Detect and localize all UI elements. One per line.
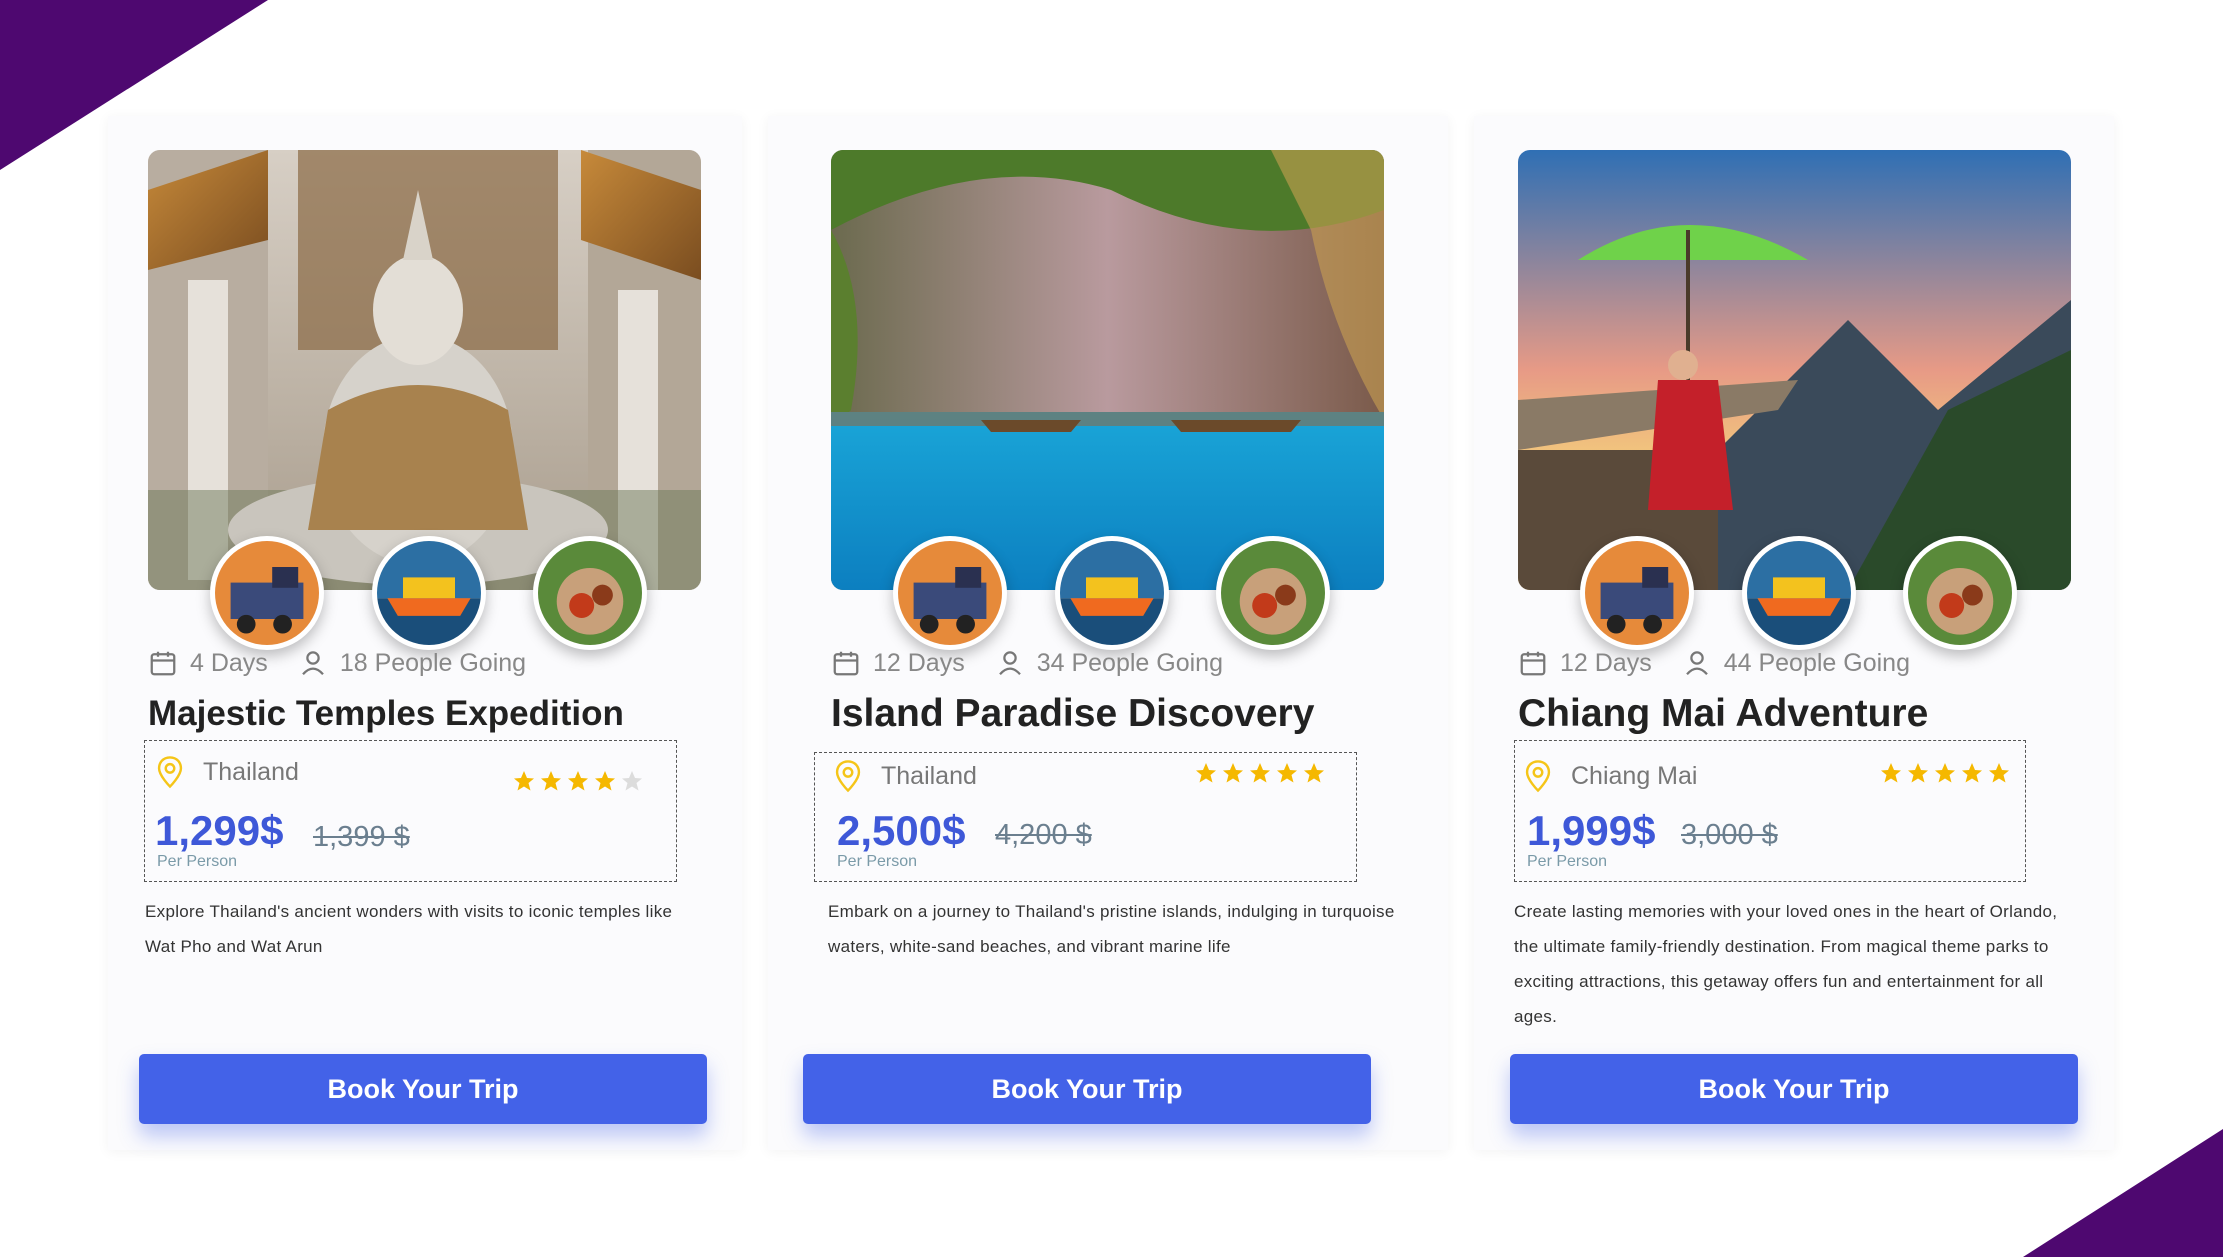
old-price: 1,399 $ xyxy=(313,821,410,853)
star-icon-filled xyxy=(1989,763,2009,783)
per-person-label: Per Person xyxy=(157,853,238,870)
old-price: 4,200 $ xyxy=(995,819,1092,851)
star-icon-filled xyxy=(1935,763,1955,783)
trip-photo-mountain-view xyxy=(1518,150,2071,590)
thumbnail-train[interactable] xyxy=(1580,536,1694,650)
location-name: Thailand xyxy=(203,757,299,786)
trip-title: Island Paradise Discovery xyxy=(831,692,1315,735)
calendar-icon xyxy=(150,651,176,676)
people-going: 18 People Going xyxy=(339,648,527,677)
person-icon xyxy=(1685,651,1708,676)
star-icon-filled xyxy=(1962,763,1982,783)
star-icon-empty xyxy=(622,771,642,791)
thumbnail-boat[interactable] xyxy=(1742,536,1856,650)
location-name: Thailand xyxy=(881,761,977,790)
rating-stars xyxy=(1194,761,1326,785)
star-icon-filled xyxy=(1304,763,1324,783)
location: Thailand xyxy=(833,759,977,793)
per-person-label: Per Person xyxy=(1527,853,1608,870)
trip-photo-buddha-temple xyxy=(148,150,701,590)
book-trip-button[interactable]: Book Your Trip xyxy=(1510,1054,2078,1124)
star-icon-filled xyxy=(1250,763,1270,783)
trip-card-temples: 4 Days 18 People Going Majestic Temples … xyxy=(108,116,742,1150)
star-icon-filled xyxy=(568,771,588,791)
person-icon xyxy=(301,651,324,676)
star-icon-filled xyxy=(514,771,534,791)
star-icon-filled xyxy=(1881,763,1901,783)
trip-card-chiang-mai: 12 Days 44 People Going Chiang Mai Adven… xyxy=(1474,116,2114,1150)
price: 2,500$ xyxy=(837,807,966,854)
trip-description: Explore Thailand's ancient wonders with … xyxy=(145,902,673,956)
trip-duration: 12 Days xyxy=(1560,648,1652,677)
star-icon-filled xyxy=(1223,763,1243,783)
location-pin-icon xyxy=(157,756,183,789)
location: Thailand xyxy=(155,755,299,789)
calendar-icon xyxy=(1520,651,1546,676)
thumbnail-food[interactable] xyxy=(533,536,647,650)
star-icon-filled xyxy=(1908,763,1928,783)
trip-description: Embark on a journey to Thailand's pristi… xyxy=(828,902,1395,956)
rating-stars xyxy=(512,769,644,793)
star-icon-filled xyxy=(595,771,615,791)
trip-duration: 12 Days xyxy=(873,648,965,677)
thumbnail-train[interactable] xyxy=(893,536,1007,650)
trip-title: Majestic Temples Expedition xyxy=(148,694,624,733)
star-icon-filled xyxy=(541,771,561,791)
price-location-box: Chiang Mai 1,999$ 3,000 $ Per Person xyxy=(1514,740,2026,882)
people-going: 34 People Going xyxy=(1036,648,1223,677)
location-name: Chiang Mai xyxy=(1571,761,1698,790)
trip-meta: 4 Days 18 People Going xyxy=(148,644,526,682)
location-pin-icon xyxy=(1525,760,1551,793)
price: 1,999$ xyxy=(1527,807,1656,854)
trip-card-island: 12 Days 34 People Going Island Paradise … xyxy=(768,116,1448,1150)
trip-title: Chiang Mai Adventure xyxy=(1518,692,1929,735)
thumbnail-food[interactable] xyxy=(1216,536,1330,650)
thumbnail-train[interactable] xyxy=(210,536,324,650)
thumbnail-food[interactable] xyxy=(1903,536,2017,650)
location: Chiang Mai xyxy=(1523,759,1697,793)
star-icon-filled xyxy=(1277,763,1297,783)
trip-meta: 12 Days 44 People Going xyxy=(1518,644,1910,682)
book-trip-button[interactable]: Book Your Trip xyxy=(803,1054,1371,1124)
per-person-label: Per Person xyxy=(837,853,918,870)
book-trip-button[interactable]: Book Your Trip xyxy=(139,1054,707,1124)
person-icon xyxy=(998,651,1021,676)
rating-stars xyxy=(1879,761,2011,785)
price-location-box: Thailand 1,299$ 1,399 $ Per Person xyxy=(144,740,677,882)
location-pin-icon xyxy=(835,760,861,793)
trip-meta: 12 Days 34 People Going xyxy=(831,644,1223,682)
star-icon-filled xyxy=(1196,763,1216,783)
trip-duration: 4 Days xyxy=(190,648,268,677)
price: 1,299$ xyxy=(155,807,284,854)
old-price: 3,000 $ xyxy=(1681,819,1778,851)
thumbnail-boat[interactable] xyxy=(1055,536,1169,650)
trip-photo-island-lagoon xyxy=(831,150,1384,590)
price-location-box: Thailand 2,500$ 4,200 $ Per Person xyxy=(814,752,1357,882)
calendar-icon xyxy=(833,651,859,676)
people-going: 44 People Going xyxy=(1723,648,1910,677)
trip-description: Create lasting memories with your loved … xyxy=(1514,902,2058,1026)
thumbnail-boat[interactable] xyxy=(372,536,486,650)
